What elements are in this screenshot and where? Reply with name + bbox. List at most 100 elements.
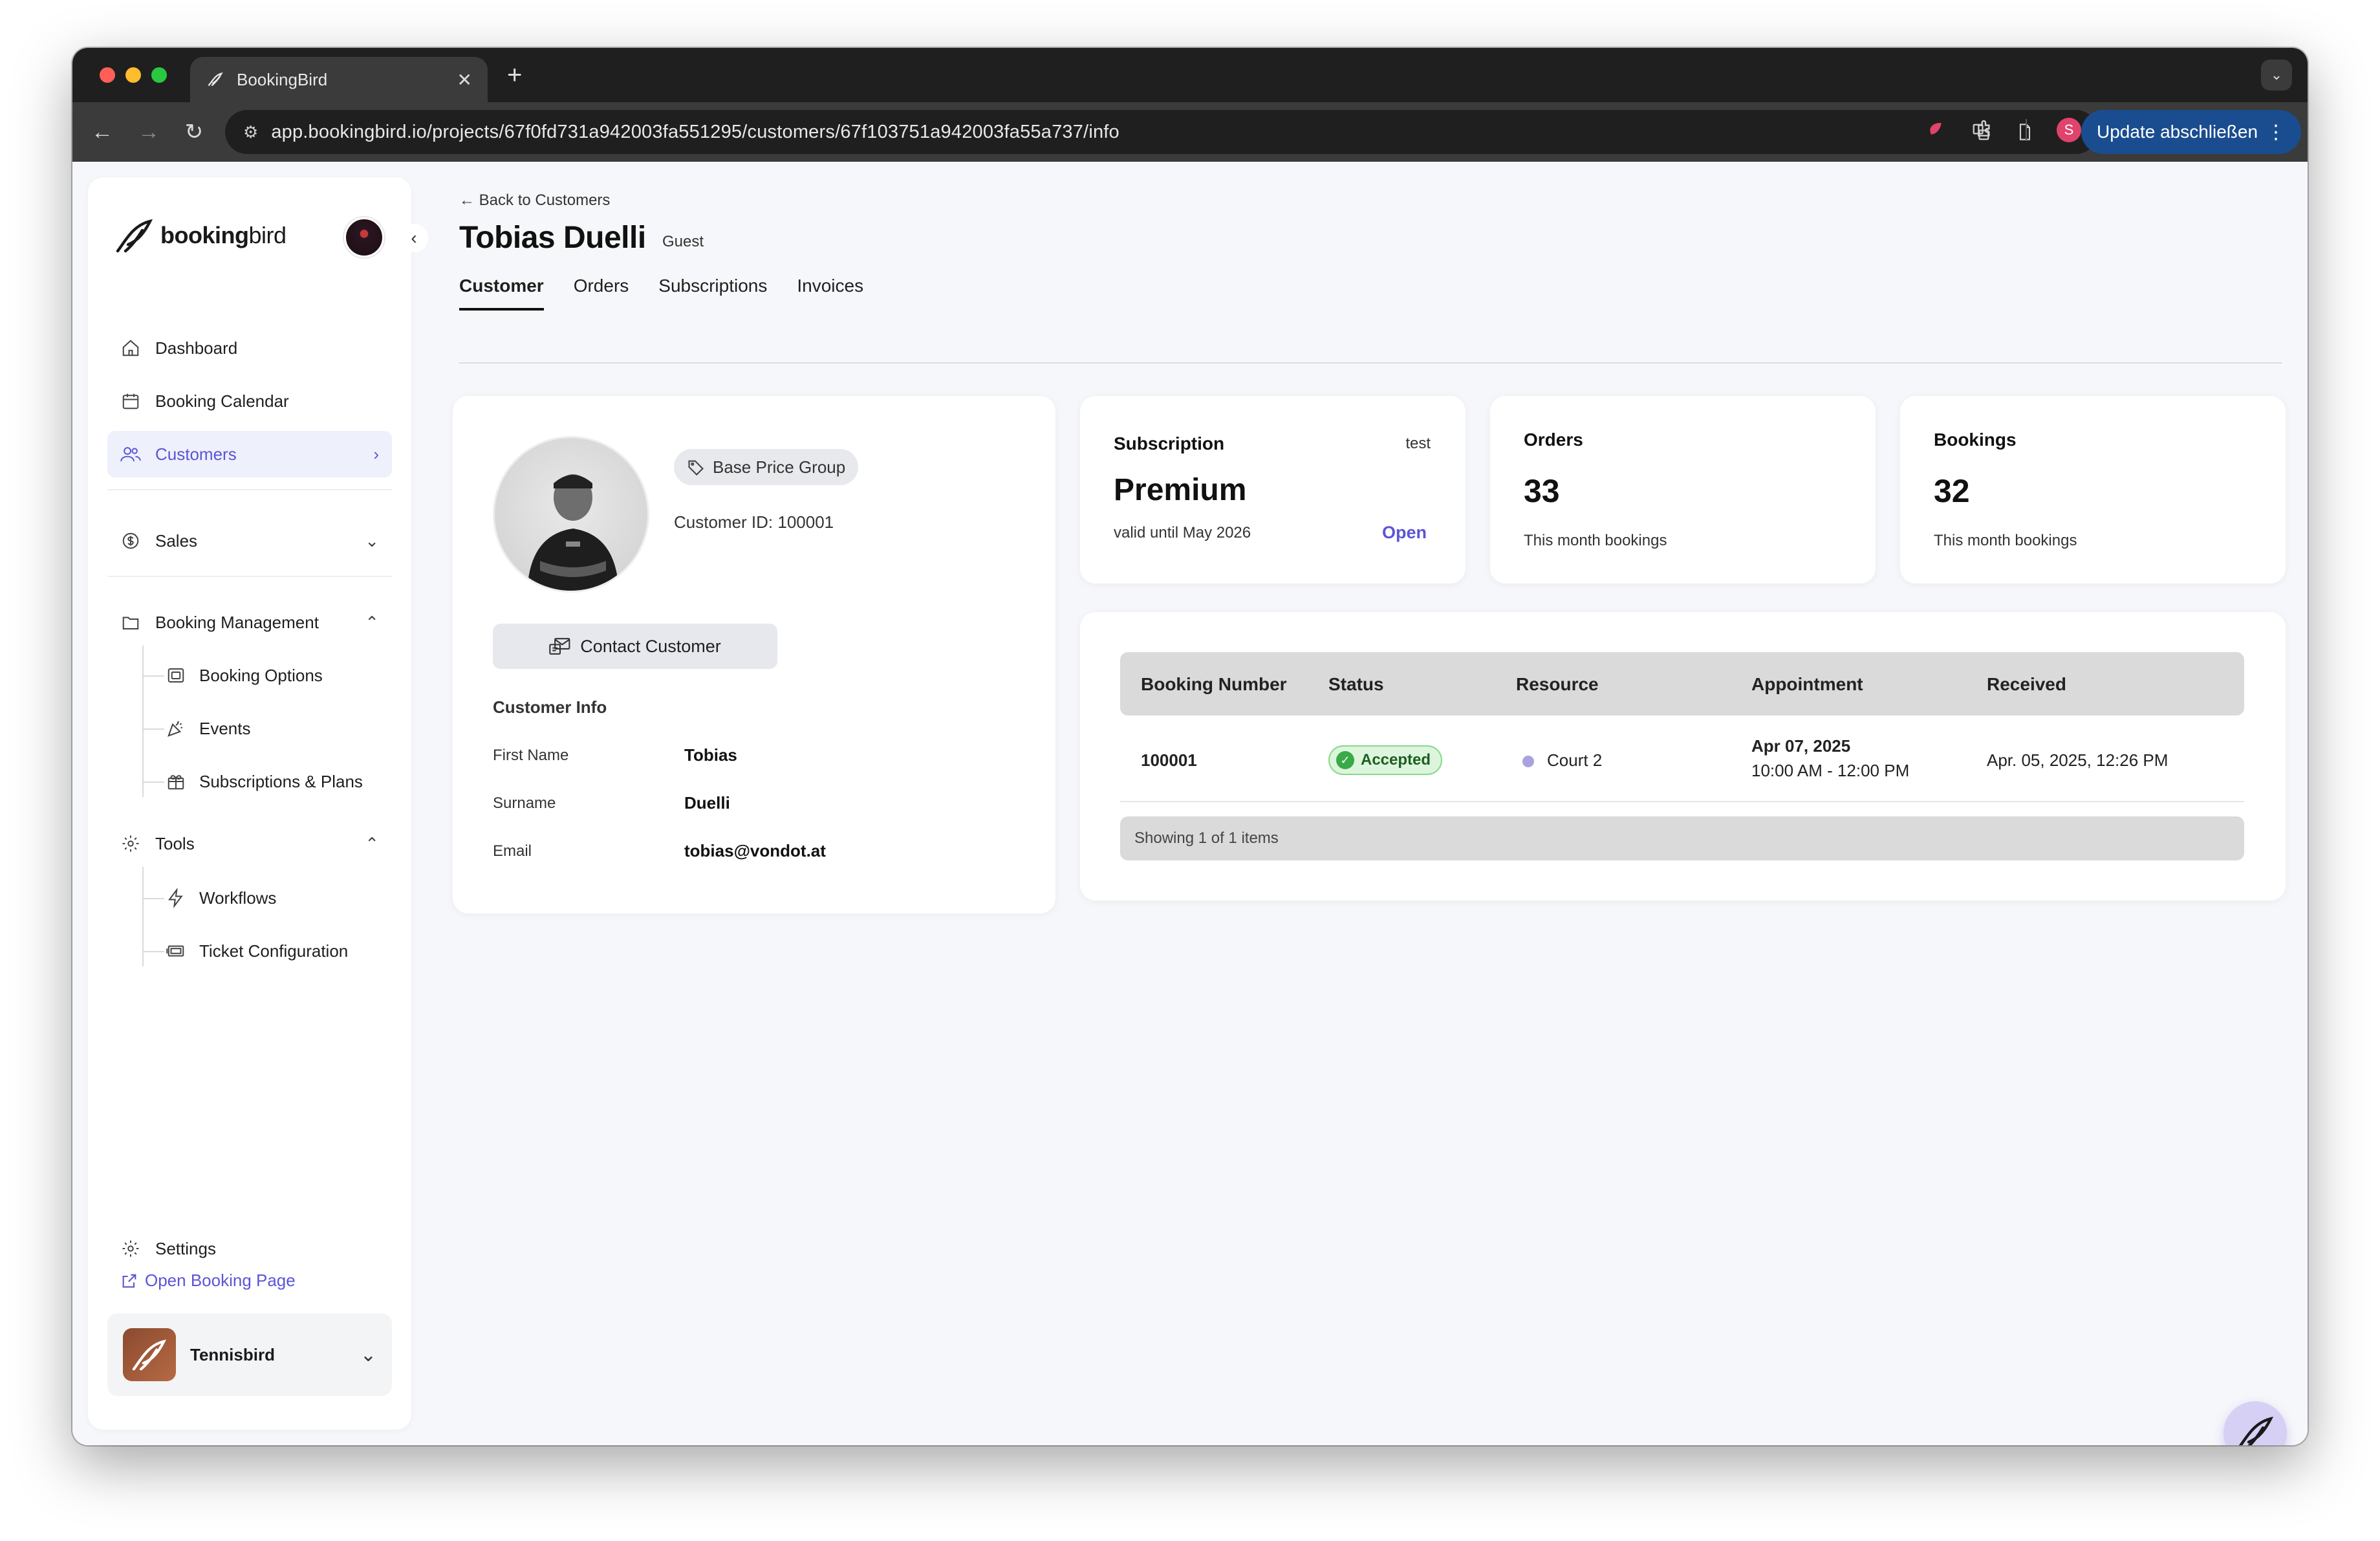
site-settings-icon[interactable]: ⚙ — [243, 122, 258, 142]
bookings-title: Bookings — [1934, 430, 2017, 450]
subscription-card: Subscription test Premium valid until Ma… — [1080, 396, 1466, 584]
assistant-fab-button[interactable] — [2223, 1401, 2287, 1445]
minimize-window-button[interactable] — [125, 67, 141, 83]
open-booking-page-label: Open Booking Page — [145, 1271, 296, 1290]
subscription-tag: test — [1405, 435, 1431, 452]
sidebar-item-settings[interactable]: Settings — [107, 1225, 392, 1272]
browser-window: BookingBird ✕ + ⌄ ← → ↻ ⚙ app.bookingbir… — [72, 48, 2308, 1445]
table-footer: Showing 1 of 1 items — [1120, 816, 2244, 860]
sidebar-item-booking-management[interactable]: Booking Management ⌃ — [107, 599, 392, 646]
chevron-down-icon: ⌄ — [365, 530, 379, 551]
options-box-icon — [166, 665, 186, 686]
bookingbird-logo[interactable]: bookingbird — [115, 217, 287, 254]
workspace-switcher[interactable]: Tennisbird ⌄ — [107, 1313, 392, 1396]
sidebar-item-events[interactable]: Events — [166, 709, 251, 748]
appointment-time-cell: 10:00 AM - 12:00 PM — [1751, 761, 1910, 780]
check-circle-icon: ✓ — [1336, 751, 1354, 769]
sidebar-divider — [107, 489, 392, 490]
chevron-up-icon: ⌃ — [365, 612, 379, 632]
close-window-button[interactable] — [100, 67, 115, 83]
sidebar-item-label: Sales — [155, 530, 198, 551]
chevron-right-icon: › — [373, 444, 379, 464]
tab-search-button[interactable]: ⌄ — [2261, 60, 2292, 91]
price-group-tag[interactable]: Base Price Group — [674, 449, 859, 485]
tabs-divider — [459, 362, 2282, 364]
sidebar-item-tools[interactable]: Tools ⌃ — [107, 820, 392, 867]
orders-card: Orders 33 This month bookings — [1490, 396, 1876, 584]
browser-tab[interactable]: BookingBird ✕ — [190, 57, 488, 102]
column-status[interactable]: Status — [1328, 674, 1384, 695]
resource-color-dot — [1522, 756, 1534, 767]
close-tab-icon[interactable]: ✕ — [457, 69, 472, 91]
sidebar-item-customers[interactable]: Customers › — [107, 431, 392, 477]
sidebar-item-workflows[interactable]: Workflows — [166, 879, 276, 917]
open-subscription-link[interactable]: Open — [1382, 523, 1427, 543]
forward-arrow-icon[interactable]: → — [135, 118, 163, 146]
app-content: bookingbird ‹ Dashboard Booking Calendar — [72, 162, 2308, 1445]
more-vertical-icon[interactable]: ⋮ — [2266, 121, 2286, 144]
new-tab-button[interactable]: + — [507, 61, 522, 89]
contact-customer-button[interactable]: Contact Customer — [493, 624, 777, 669]
dollar-circle-icon — [120, 530, 141, 551]
status-badge: ✓ Accepted — [1328, 745, 1443, 775]
orders-title: Orders — [1524, 430, 1583, 450]
extensions-puzzle-icon[interactable] — [1975, 118, 1996, 142]
tree-branch — [142, 951, 164, 952]
extension-icon[interactable] — [1926, 119, 1945, 142]
bird-icon — [206, 70, 225, 89]
logo-text: bookingbird — [160, 222, 287, 248]
received-cell: Apr. 05, 2025, 12:26 PM — [1987, 750, 2169, 770]
collapse-sidebar-button[interactable]: ‹ — [400, 224, 428, 252]
column-appointment[interactable]: Appointment — [1751, 674, 1863, 695]
address-bar[interactable]: ⚙ app.bookingbird.io/projects/67f0fd731a… — [225, 110, 2098, 154]
sidebar-divider — [107, 576, 392, 577]
maximize-window-button[interactable] — [151, 67, 167, 83]
sidebar-item-label: Dashboard — [155, 338, 238, 358]
first-name-value: Tobias — [684, 745, 737, 765]
sidebar-item-subscriptions-plans[interactable]: Subscriptions & Plans — [166, 762, 363, 801]
back-arrow-icon[interactable]: ← — [88, 118, 116, 146]
profile-avatar[interactable]: S — [2057, 118, 2081, 142]
customer-id: Customer ID: 100001 — [674, 512, 834, 532]
url-text[interactable]: app.bookingbird.io/projects/67f0fd731a94… — [271, 122, 1970, 143]
table-header: Booking Number Status Resource Appointme… — [1120, 652, 2244, 716]
sidebar-item-sales[interactable]: Sales ⌄ — [107, 518, 392, 564]
tab-customer[interactable]: Customer — [459, 276, 544, 311]
user-avatar[interactable] — [344, 217, 384, 257]
sidebar-item-booking-calendar[interactable]: Booking Calendar — [107, 378, 392, 424]
sidebar-item-label: Booking Calendar — [155, 391, 289, 411]
calendar-icon — [120, 391, 141, 411]
sidebar-item-label: Events — [199, 718, 251, 738]
appointment-date-cell: Apr 07, 2025 — [1751, 736, 1851, 756]
reload-icon[interactable]: ↻ — [180, 118, 208, 146]
row-divider — [1120, 801, 2244, 802]
chevron-down-icon: ⌄ — [360, 1344, 376, 1366]
browser-tab-title: BookingBird — [237, 69, 328, 89]
sidebar-item-label: Subscriptions & Plans — [199, 771, 363, 791]
surname-label: Surname — [493, 794, 556, 812]
back-to-customers-link[interactable]: ← Back to Customers — [459, 191, 610, 210]
pagination-info: Showing 1 of 1 items — [1134, 829, 1279, 847]
sidebar-item-label: Workflows — [199, 888, 277, 908]
update-button[interactable]: Update abschließen ⋮ — [2081, 110, 2301, 154]
sidebar-item-ticket-configuration[interactable]: Ticket Configuration — [166, 932, 348, 970]
orders-caption: This month bookings — [1524, 532, 1667, 549]
sidebar-item-label: Ticket Configuration — [199, 941, 349, 961]
email-label: Email — [493, 842, 532, 860]
column-booking-number[interactable]: Booking Number — [1141, 674, 1287, 695]
home-icon — [120, 338, 141, 358]
open-booking-page-link[interactable]: Open Booking Page — [120, 1271, 296, 1291]
subscription-title: Subscription — [1114, 433, 1225, 454]
tab-subscriptions[interactable]: Subscriptions — [658, 276, 767, 311]
tab-invoices[interactable]: Invoices — [797, 276, 863, 311]
subscription-plan: Premium — [1114, 473, 1247, 507]
column-received[interactable]: Received — [1987, 674, 2066, 695]
price-group-label: Base Price Group — [713, 457, 846, 477]
column-resource[interactable]: Resource — [1516, 674, 1599, 695]
bird-icon — [2238, 1416, 2274, 1445]
booking-number-cell: 100001 — [1141, 750, 1197, 770]
tab-orders[interactable]: Orders — [574, 276, 629, 311]
browser-toolbar: ← → ↻ ⚙ app.bookingbird.io/projects/67f0… — [72, 102, 2308, 162]
sidebar-item-booking-options[interactable]: Booking Options — [166, 656, 323, 695]
sidebar-item-dashboard[interactable]: Dashboard — [107, 325, 392, 371]
